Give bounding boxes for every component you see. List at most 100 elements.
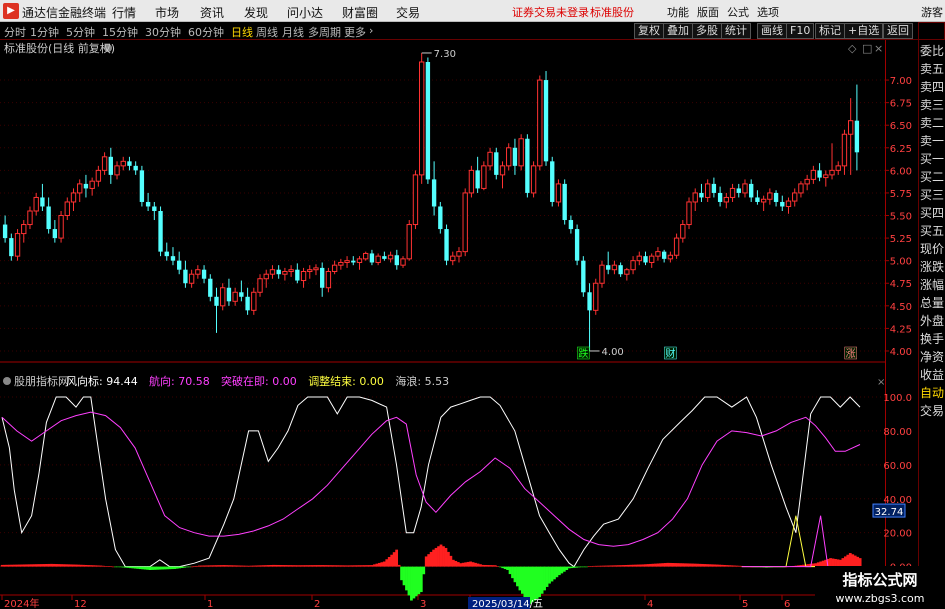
period-30min[interactable]: 30分钟 — [145, 24, 181, 40]
candle-body-121 — [755, 197, 760, 202]
stats-button[interactable]: 统计 — [721, 23, 751, 39]
sidebar-item-2[interactable]: 卖四 — [920, 80, 945, 94]
period-15min[interactable]: 15分钟 — [102, 24, 138, 40]
menu-faxian[interactable]: 发现 — [244, 4, 268, 21]
menu-wenxiaoda[interactable]: 问小达 — [287, 4, 323, 21]
wave-bar-276 — [681, 563, 685, 567]
menu-jiaoyi[interactable]: 交易 — [396, 4, 420, 21]
wave-bar-75 — [185, 566, 189, 568]
indicator-settings-icon[interactable] — [3, 377, 11, 385]
back-button[interactable]: 返回 — [883, 23, 913, 39]
sidebar-item-3[interactable]: 卖三 — [920, 98, 945, 112]
candle-body-72 — [450, 255, 456, 262]
candle-body-109 — [680, 224, 686, 239]
wave-bar-282 — [696, 563, 699, 567]
menu-shichang[interactable]: 市场 — [155, 4, 179, 21]
wave-bar-197 — [486, 565, 490, 567]
wave-bar-261 — [644, 564, 648, 567]
menu-caifuquan[interactable]: 财富圈 — [342, 4, 378, 21]
close-icon[interactable]: × — [874, 42, 883, 55]
period-more[interactable]: 更多 — [344, 24, 366, 40]
add-favorite-button[interactable]: +自选 — [844, 23, 884, 39]
sidebar-item-16[interactable]: 换手 — [920, 332, 945, 346]
kline-chart[interactable]: 标准股份(日线 前复权) ◇ □ × 股朋指标网 风向标: 94.44 航向: 7… — [0, 40, 918, 609]
period-1min[interactable]: 1分钟 — [30, 24, 59, 40]
sidebar-item-10[interactable]: 买五 — [920, 224, 945, 238]
indicator-close-icon[interactable]: × — [877, 377, 885, 388]
period-fenshi[interactable]: 分时 — [4, 24, 26, 40]
wave-bar-25 — [62, 564, 66, 567]
menu-zixun[interactable]: 资讯 — [200, 4, 224, 21]
wave-bar-221 — [545, 566, 549, 587]
sidebar-item-0[interactable]: 委比 — [920, 44, 945, 58]
wave-bar-156 — [385, 559, 389, 567]
sidebar-item-14[interactable]: 总量 — [920, 296, 945, 310]
candle-body-32 — [201, 269, 207, 279]
candle-body-7 — [46, 206, 51, 230]
candle-body-112 — [699, 192, 704, 198]
sidebar-item-8[interactable]: 买三 — [920, 188, 945, 202]
sidebar-bottom-1[interactable]: 交易 — [920, 404, 945, 418]
wave-bar-30 — [74, 564, 78, 567]
period-5min[interactable]: 5分钟 — [66, 24, 95, 40]
menu-hangqing[interactable]: 行情 — [112, 4, 136, 21]
wave-bar-101 — [249, 565, 253, 567]
wave-bar-72 — [178, 566, 182, 569]
sidebar-item-9[interactable]: 买四 — [920, 206, 945, 220]
multi-stock-button[interactable]: 多股 — [692, 23, 722, 39]
login-notice[interactable]: 证券交易未登录 — [512, 4, 589, 20]
draw-line-button[interactable]: 画线 — [757, 23, 787, 39]
period-monthly[interactable]: 月线 — [282, 24, 304, 40]
candle-body-24 — [152, 206, 157, 211]
wave-bar-17 — [42, 564, 46, 567]
menu-xuanxiang[interactable]: 选项 — [757, 4, 779, 20]
candle-body-39 — [245, 296, 250, 311]
period-weekly[interactable]: 周线 — [256, 24, 278, 40]
candle-body-118 — [736, 188, 741, 193]
sidebar-item-5[interactable]: 卖一 — [920, 134, 945, 148]
menu-gongneng[interactable]: 功能 — [667, 4, 689, 20]
sidebar-item-12[interactable]: 涨跌 — [920, 260, 945, 274]
period-60min[interactable]: 60分钟 — [188, 24, 224, 40]
sidebar-item-4[interactable]: 卖二 — [920, 116, 945, 130]
period-daily[interactable]: 日线 — [231, 24, 253, 40]
sidebar-item-18[interactable]: 收益 — [920, 368, 945, 382]
wave-bar-175 — [432, 549, 435, 567]
sidebar-item-6[interactable]: 买一 — [920, 152, 945, 166]
sidebar-toggle[interactable] — [918, 22, 945, 40]
wave-bar-92 — [227, 565, 231, 567]
guest-button[interactable]: 游客 — [921, 4, 943, 20]
wave-bar-95 — [234, 565, 238, 567]
wave-bar-210 — [518, 566, 522, 591]
menu-banmian[interactable]: 版面 — [697, 4, 719, 20]
f10-button[interactable]: F10 — [786, 23, 815, 39]
wave-bar-35 — [87, 565, 90, 567]
overlay-button[interactable]: 叠加 — [663, 23, 693, 39]
wave-bar-77 — [190, 566, 194, 568]
fuquan-button[interactable]: 复权 — [634, 23, 664, 39]
wave-bar-106 — [262, 565, 265, 567]
candle-body-122 — [760, 198, 767, 203]
candle-body-74 — [462, 192, 468, 253]
period-multi[interactable]: 多周期 — [308, 24, 341, 40]
sidebar-item-7[interactable]: 买二 — [920, 170, 945, 184]
menu-gongshi[interactable]: 公式 — [727, 4, 749, 20]
wave-bar-163 — [402, 566, 406, 586]
sidebar-item-13[interactable]: 涨幅 — [920, 278, 945, 292]
wave-bar-250 — [617, 565, 620, 567]
candle-body-62 — [387, 254, 394, 260]
diamond-icon[interactable]: ◇ — [848, 42, 857, 55]
window-max-icon[interactable]: □ — [862, 42, 872, 55]
time-label-0: 2024年 — [4, 597, 39, 609]
sidebar-item-17[interactable]: 净资 — [920, 350, 945, 364]
sidebar-bottom-0[interactable]: 自动 — [920, 386, 945, 400]
wave-bar-200 — [493, 565, 497, 567]
sidebar-item-11[interactable]: 现价 — [920, 242, 945, 256]
chevron-right-icon[interactable]: › — [369, 24, 373, 37]
sidebar-item-1[interactable]: 卖五 — [920, 62, 945, 76]
candle-body-71 — [444, 229, 449, 261]
sidebar-item-15[interactable]: 外盘 — [920, 314, 945, 328]
mark-button[interactable]: 标记 — [815, 23, 845, 39]
wave-bar-116 — [286, 565, 290, 567]
wave-bar-97 — [239, 565, 243, 567]
